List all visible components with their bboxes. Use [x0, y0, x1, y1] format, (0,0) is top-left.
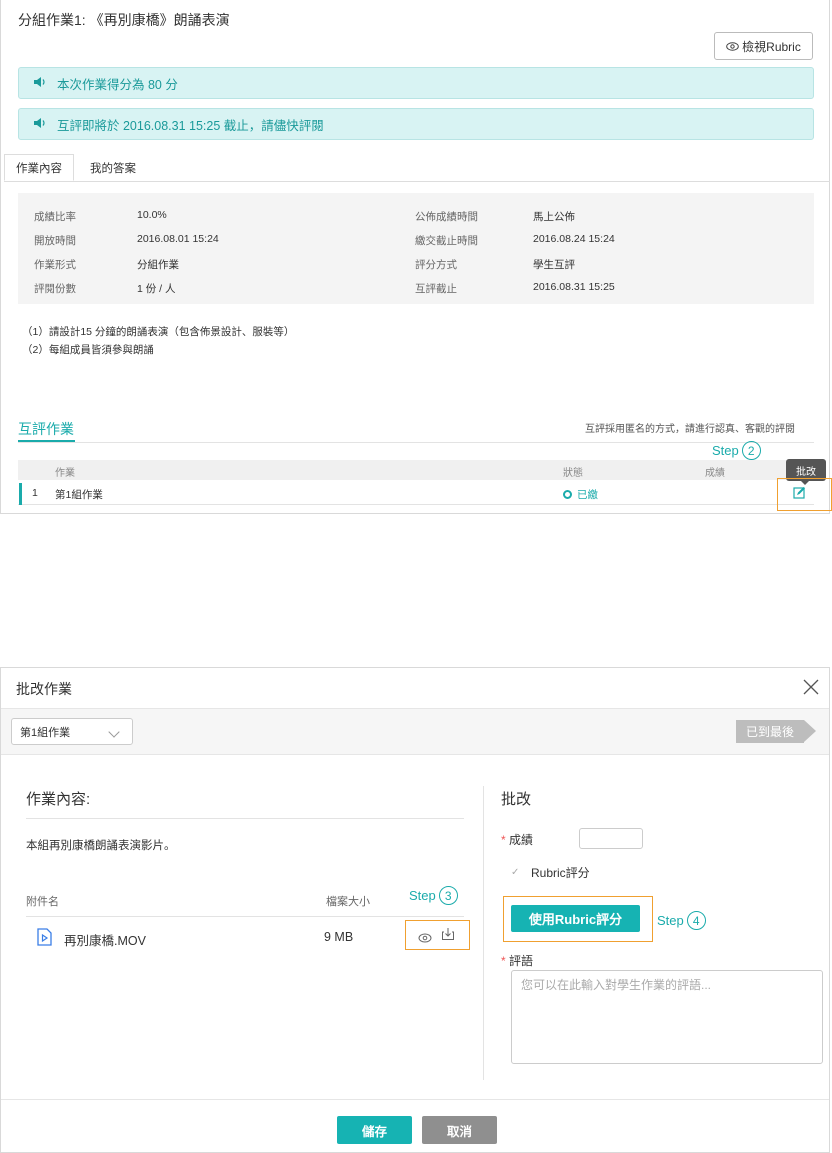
speaker-icon — [33, 76, 47, 91]
info-label: 開放時間 — [34, 235, 76, 247]
info-value: 分組作業 — [137, 259, 179, 271]
rubric-checkbox-label: Rubric評分 — [531, 866, 590, 880]
content-description: 本組再別康橋朗誦表演影片。 — [26, 840, 176, 852]
video-file-icon — [37, 928, 52, 946]
divider — [18, 442, 814, 443]
close-icon[interactable] — [800, 676, 822, 698]
assignment-title: 分組作業1: 《再別康橋》朗誦表演 — [18, 12, 230, 28]
divider — [1, 1099, 829, 1100]
score-banner: 本次作業得分為 80 分 — [18, 67, 814, 99]
score-input[interactable] — [579, 828, 643, 849]
score-label: 成績 — [509, 833, 534, 847]
step-3-highlight — [405, 920, 470, 950]
file-size: 9 MB — [324, 930, 354, 944]
info-value: 2016.08.31 15:25 — [533, 281, 615, 293]
rubric-checkbox-row[interactable]: ✓ Rubric評分 — [511, 864, 590, 881]
step-number: 3 — [438, 886, 458, 905]
table-header — [18, 460, 814, 480]
use-rubric-button[interactable]: 使用Rubric評分 — [511, 905, 640, 932]
column-header-score: 成績 — [705, 468, 725, 479]
edit-grade-icon[interactable] — [793, 486, 806, 499]
view-rubric-label: 檢視Rubric — [742, 39, 801, 54]
arrow-right-shape — [804, 720, 816, 742]
preview-eye-icon[interactable] — [418, 930, 432, 943]
chevron-down-icon — [108, 726, 120, 738]
column-header-assignment: 作業 — [55, 468, 75, 479]
last-item-button[interactable]: 已到最後 — [736, 720, 804, 743]
pane-divider — [483, 786, 484, 1080]
peer-review-title: 互評作業 — [18, 421, 74, 437]
size-column-header: 檔案大小 — [326, 896, 370, 908]
tab-assignment-content[interactable]: 作業內容 — [4, 154, 74, 181]
group-selector[interactable]: 第1組作業 — [11, 718, 133, 745]
score-banner-text: 本次作業得分為 80 分 — [57, 77, 178, 92]
step-label: Step — [657, 913, 684, 928]
section-underline — [18, 440, 75, 442]
step-label: Step — [712, 443, 739, 458]
info-label: 繳交截止時間 — [415, 235, 478, 247]
content-title: 作業內容: — [26, 791, 91, 808]
info-value: 10.0% — [137, 209, 167, 221]
info-value: 學生互評 — [533, 259, 575, 271]
info-label: 互評截止 — [415, 283, 457, 295]
score-field-label: * 成績 — [501, 831, 533, 849]
info-value: 馬上公佈 — [533, 211, 575, 223]
assignment-description-line: （2）每組成員皆須參與朗誦 — [22, 344, 154, 356]
row-assignment-name: 第1組作業 — [55, 489, 103, 501]
info-label: 成績比率 — [34, 211, 76, 223]
tab-my-answer[interactable]: 我的答案 — [78, 154, 148, 181]
row-index: 1 — [32, 487, 38, 499]
info-value: 2016.08.01 15:24 — [137, 233, 219, 245]
step-label: Step — [409, 888, 436, 903]
comment-label: 評語 — [509, 954, 534, 968]
info-value: 2016.08.24 15:24 — [533, 233, 615, 245]
required-mark: * — [501, 833, 510, 847]
info-label: 評閱份數 — [34, 283, 76, 295]
modal-title: 批改作業 — [16, 681, 72, 697]
download-icon[interactable] — [441, 927, 455, 941]
step-number: 4 — [686, 911, 706, 930]
info-label: 公佈成績時間 — [415, 211, 478, 223]
attachment-column-header: 附件名 — [26, 896, 59, 908]
required-mark: * — [501, 954, 510, 968]
comment-field-label: * 評語 — [501, 952, 533, 970]
status-badge: 已繳 — [563, 487, 598, 502]
divider — [26, 916, 464, 917]
info-value: 1 份 / 人 — [137, 283, 176, 295]
info-label: 作業形式 — [34, 259, 76, 271]
info-label: 評分方式 — [415, 259, 457, 271]
checkmark-icon: ✓ — [511, 866, 520, 878]
view-rubric-button[interactable]: 檢視Rubric — [714, 32, 813, 60]
column-header-status: 狀態 — [563, 468, 583, 479]
file-name[interactable]: 再別康橋.MOV — [64, 930, 146, 949]
group-selector-value: 第1組作業 — [20, 726, 71, 739]
row-indicator — [19, 483, 22, 505]
eye-icon — [726, 41, 739, 51]
comment-textarea[interactable]: 您可以在此輸入對學生作業的評語... — [511, 970, 823, 1064]
step-4-annotation: Step 4 — [657, 911, 706, 930]
speaker-icon — [33, 117, 47, 132]
status-text: 已繳 — [577, 489, 598, 501]
divider — [26, 818, 464, 819]
deadline-banner: 互評即將於 2016.08.31 15:25 截止，請儘快評閱 — [18, 108, 814, 140]
peer-review-note: 互評採用匿名的方式，請進行認真、客觀的評閱 — [585, 424, 795, 435]
cancel-button[interactable]: 取消 — [422, 1116, 497, 1144]
grading-title: 批改 — [501, 791, 532, 808]
step-3-annotation: Step 3 — [409, 886, 458, 905]
step-number: 2 — [741, 441, 761, 460]
status-dot-icon — [563, 490, 572, 499]
deadline-banner-text: 互評即將於 2016.08.31 15:25 截止，請儘快評閱 — [57, 118, 324, 133]
save-button[interactable]: 儲存 — [337, 1116, 412, 1144]
table-row — [18, 481, 814, 505]
assignment-description-line: （1）請設計15 分鐘的朗誦表演（包含佈景設計、服裝等） — [22, 326, 295, 338]
step-2-annotation: Step 2 — [712, 441, 761, 460]
